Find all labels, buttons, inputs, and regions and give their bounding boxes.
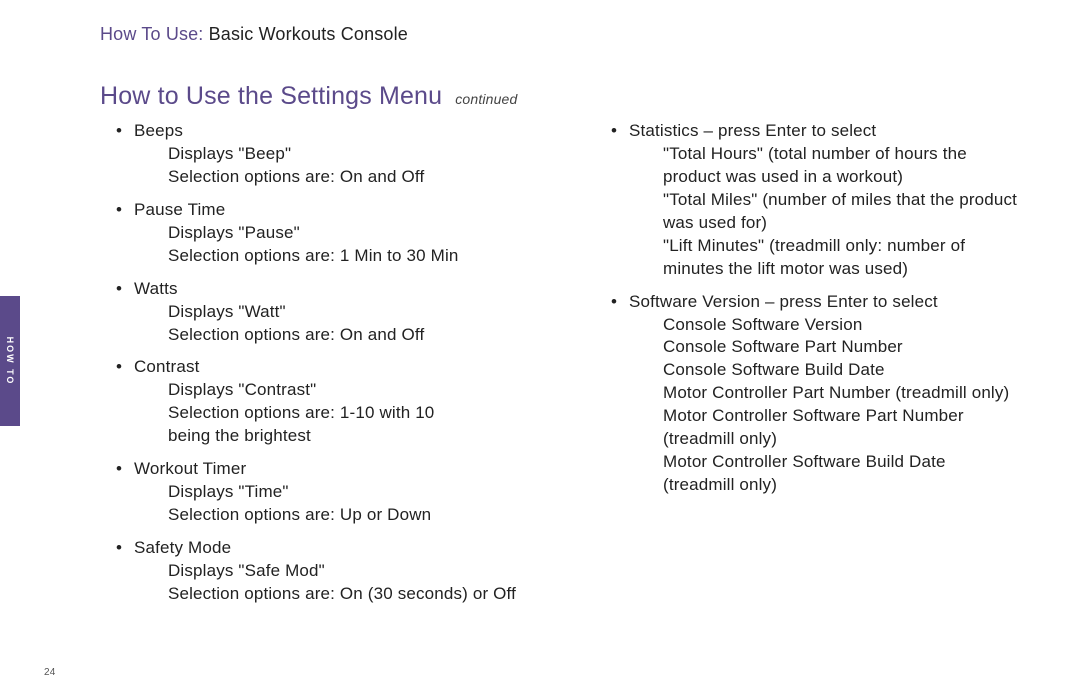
- item-head: Workout Timer: [134, 459, 246, 478]
- kicker-lead: How To Use:: [100, 24, 203, 44]
- item-head: Watts: [134, 279, 178, 298]
- item-line: Selection options are: 1 Min to 30 Min: [134, 245, 545, 268]
- item-line: product was used in a workout): [629, 166, 1040, 189]
- item-line: Motor Controller Part Number (treadmill …: [629, 382, 1040, 405]
- list-item: Contrast Displays "Contrast"Selection opt…: [100, 356, 545, 448]
- list-item: Watts Displays "Watt"Selection options ar…: [100, 278, 545, 347]
- item-line: "Total Hours" (total number of hours the: [629, 143, 1040, 166]
- manual-page: HOW TO How To Use: Basic Workouts Consol…: [0, 0, 1080, 698]
- item-line: Displays "Pause": [134, 222, 545, 245]
- title-continued: continued: [455, 91, 517, 107]
- item-line: (treadmill only): [629, 428, 1040, 451]
- item-line: Selection options are: Up or Down: [134, 504, 545, 527]
- item-head: Statistics – press Enter to select: [629, 121, 876, 140]
- page-title: How to Use the Settings Menu continued: [100, 82, 517, 111]
- item-head: Beeps: [134, 121, 183, 140]
- item-head: Safety Mode: [134, 538, 231, 557]
- section-tab: HOW TO: [0, 296, 20, 426]
- left-list: BeepsDisplays "Beep"Selection options ar…: [100, 120, 545, 606]
- left-column: BeepsDisplays "Beep"Selection options ar…: [100, 110, 545, 606]
- list-item: Statistics – press Enter to select "Total…: [595, 120, 1040, 281]
- item-line: Selection options are: On and Off: [134, 324, 545, 347]
- item-line: being the brightest: [134, 425, 545, 448]
- item-head: Contrast: [134, 357, 200, 376]
- content-columns: BeepsDisplays "Beep"Selection options ar…: [100, 110, 1040, 606]
- page-number: 24: [44, 667, 55, 678]
- item-line: "Lift Minutes" (treadmill only: number o…: [629, 235, 1040, 258]
- item-line: (treadmill only): [629, 474, 1040, 497]
- item-line: Selection options are: On and Off: [134, 166, 545, 189]
- item-head: Software Version – press Enter to select: [629, 292, 938, 311]
- item-line: was used for): [629, 212, 1040, 235]
- item-line: Console Software Build Date: [629, 359, 1040, 382]
- item-line: "Total Miles" (number of miles that the …: [629, 189, 1040, 212]
- right-column: Statistics – press Enter to select "Total…: [595, 110, 1040, 606]
- item-line: Selection options are: 1-10 with 10: [134, 402, 545, 425]
- list-item: Workout Timer Displays "Time"Selection op…: [100, 458, 545, 527]
- item-line: Selection options are: On (30 seconds) o…: [134, 583, 545, 606]
- item-line: Console Software Version: [629, 314, 1040, 337]
- section-tab-label: HOW TO: [5, 337, 15, 386]
- item-line: Displays "Safe Mod": [134, 560, 545, 583]
- item-line: Displays "Watt": [134, 301, 545, 324]
- list-item: Pause Time Displays "Pause"Selection opti…: [100, 199, 545, 268]
- item-line: minutes the lift motor was used): [629, 258, 1040, 281]
- list-item: Software Version – press Enter to select…: [595, 291, 1040, 497]
- item-line: Console Software Part Number: [629, 336, 1040, 359]
- item-line: Displays "Contrast": [134, 379, 545, 402]
- item-line: Displays "Beep": [134, 143, 545, 166]
- page-kicker: How To Use: Basic Workouts Console: [100, 24, 408, 45]
- list-item: Safety Mode Displays "Safe Mod"Selection …: [100, 537, 545, 606]
- list-item: Beeps Displays "Beep"Selection options ar…: [100, 120, 545, 189]
- kicker-tail: Basic Workouts Console: [203, 24, 407, 44]
- item-line: Motor Controller Software Build Date: [629, 451, 1040, 474]
- item-head: Pause Time: [134, 200, 225, 219]
- right-list: Statistics – press Enter to select "Total…: [595, 120, 1040, 497]
- item-line: Displays "Time": [134, 481, 545, 504]
- title-text: How to Use the Settings Menu: [100, 82, 442, 110]
- item-line: Motor Controller Software Part Number: [629, 405, 1040, 428]
